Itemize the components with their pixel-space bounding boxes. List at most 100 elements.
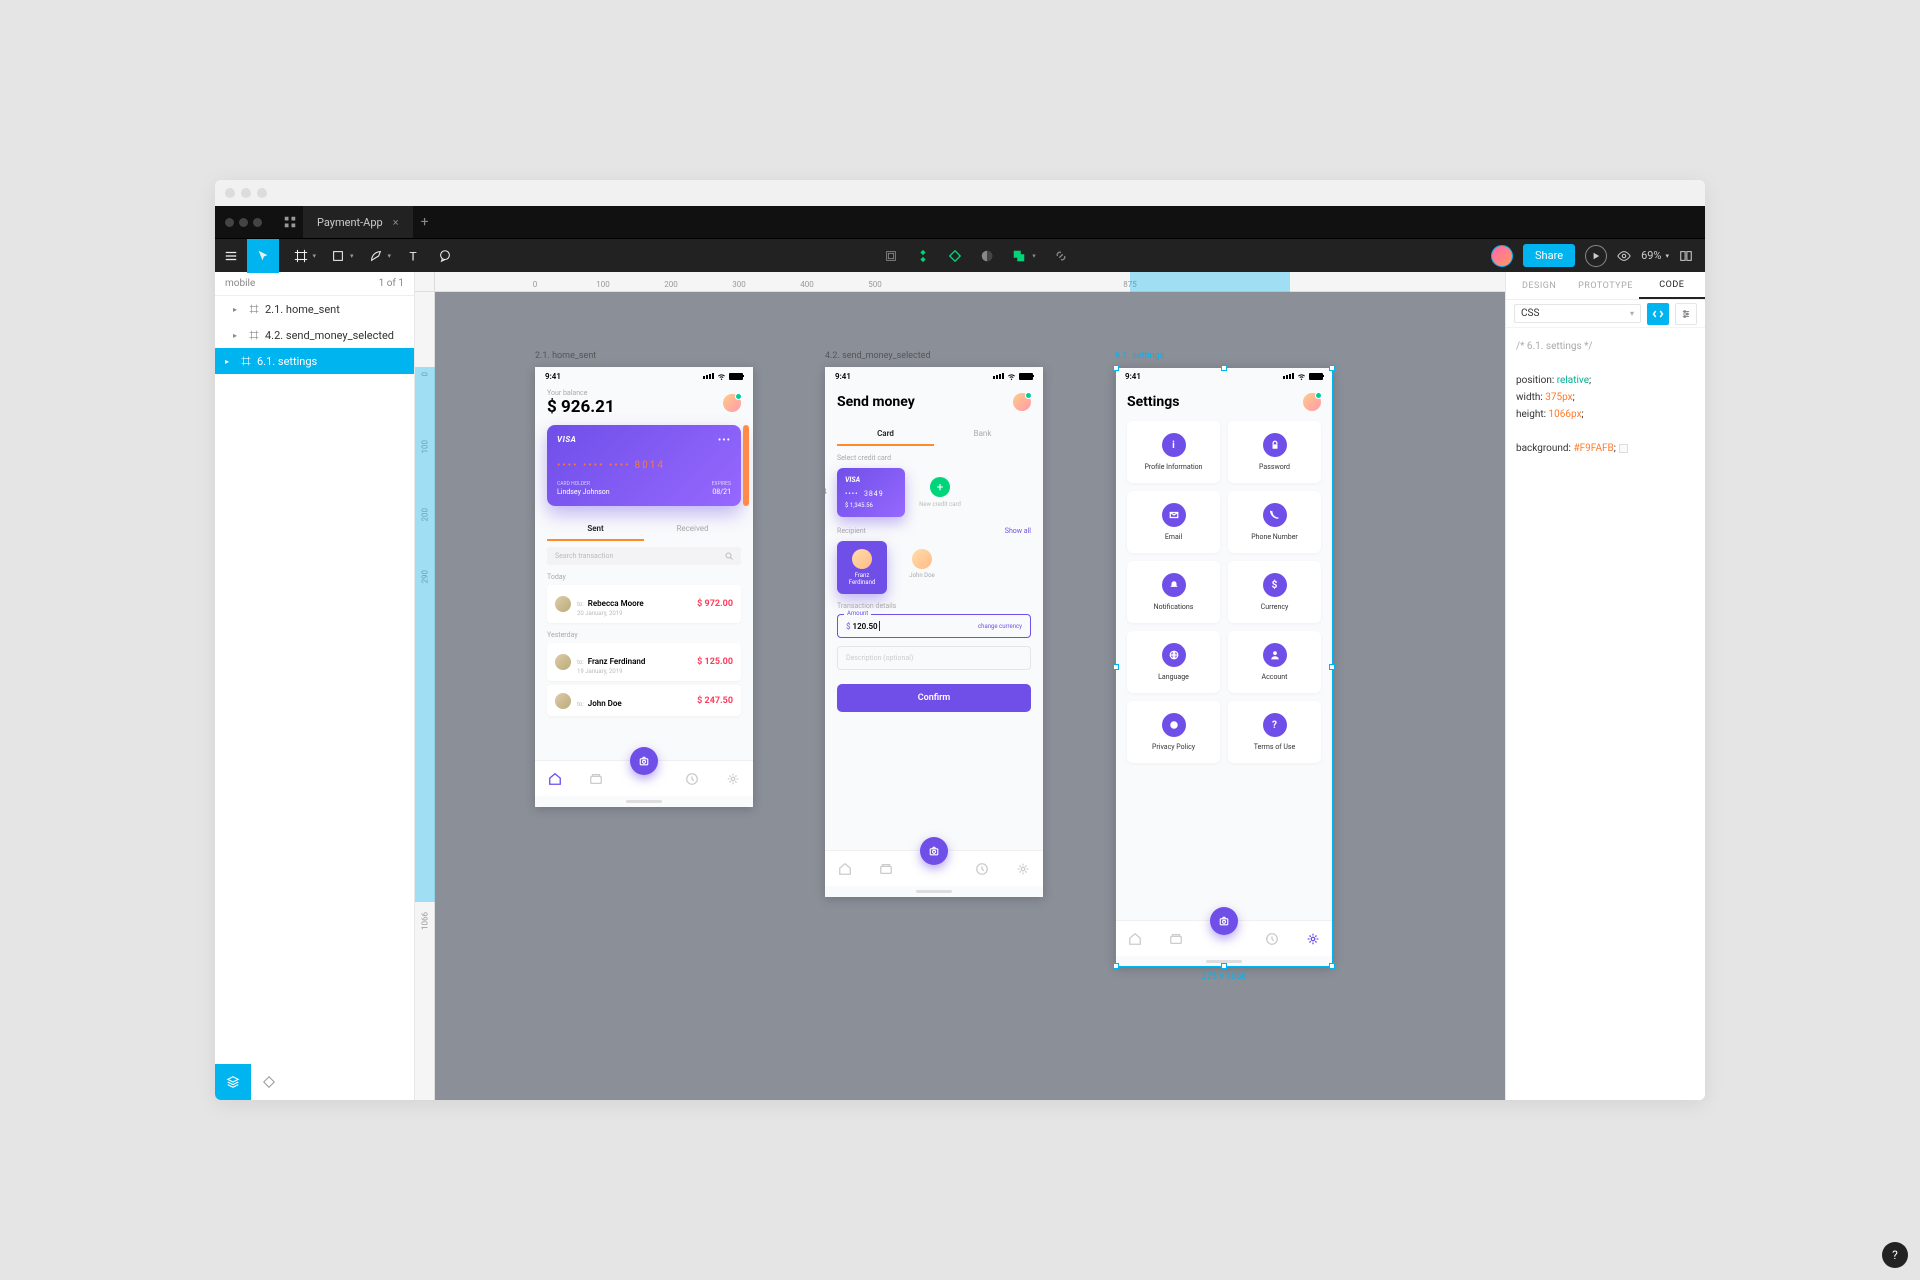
present-button[interactable] [1585, 245, 1607, 267]
canvas[interactable]: 0 100 200 300 400 500 875 0 100 200 290 … [415, 272, 1505, 1100]
shield-icon [1162, 713, 1186, 737]
layers-tab-button[interactable] [215, 1064, 251, 1100]
balance-label: Your balance [547, 389, 615, 397]
wallet-icon [879, 862, 893, 876]
frame-icon [241, 356, 251, 366]
link-icon[interactable] [1054, 249, 1068, 263]
tab-prototype[interactable]: PROTOTYPE [1572, 272, 1638, 299]
color-swatch [1619, 444, 1628, 453]
select-tool[interactable] [247, 239, 279, 273]
layers-panel: mobile 1 of 1 ▸ 2.1. home_sent ▸ 4.2. se… [215, 272, 415, 1100]
fab-button [1210, 907, 1238, 935]
signal-icon [993, 373, 1004, 379]
add-tab-button[interactable]: + [413, 214, 437, 230]
layer-row[interactable]: ▸ 4.2. send_money_selected [215, 322, 414, 348]
field-label: Select credit card [837, 454, 1031, 462]
avatar [1013, 393, 1031, 411]
shape-tool[interactable] [322, 239, 354, 273]
instance-icon[interactable] [948, 249, 962, 263]
page-title: Settings [1127, 394, 1179, 410]
share-button[interactable]: Share [1523, 244, 1575, 267]
text-tool[interactable]: T [397, 239, 429, 273]
frame-tool[interactable] [285, 239, 317, 273]
status-bar: 9:41 [1115, 367, 1333, 385]
plus-icon: + [930, 477, 950, 497]
signal-icon [1283, 373, 1294, 379]
zoom-control[interactable]: 69% ▾ [1641, 249, 1669, 262]
chevron-right-icon: ▸ [225, 357, 235, 366]
align-icon[interactable] [884, 249, 898, 263]
wifi-icon [1007, 373, 1016, 380]
fab-button [630, 747, 658, 775]
pen-tool[interactable] [360, 239, 392, 273]
settings-tile: Email [1127, 491, 1220, 553]
inspector-panel: DESIGN PROTOTYPE CODE CSS▾ /* 6.1. setti… [1505, 272, 1705, 1100]
language-select[interactable]: CSS▾ [1514, 304, 1641, 323]
assets-tab-button[interactable] [251, 1064, 287, 1100]
avatar [912, 549, 932, 569]
home-icon [548, 772, 562, 786]
home-indicator [626, 800, 662, 803]
transaction-row: to: Rebecca Moore20 January, 2019 $ 972.… [547, 585, 741, 623]
mask-icon[interactable] [980, 249, 994, 263]
help-icon[interactable] [1679, 249, 1693, 263]
browser-chrome [215, 180, 1705, 206]
settings-icon[interactable] [1675, 303, 1697, 325]
credit-card: VISA ••• •••• •••• •••• 8014 CARD HOLDER… [547, 425, 741, 506]
more-icon: ••• [718, 435, 731, 446]
tab-bank: Bank [934, 423, 1031, 446]
tab-card: Card [837, 423, 934, 446]
search-icon [725, 552, 733, 560]
credit-card-mini: VISA •••• 3849 $ 1,345.56 [837, 468, 905, 517]
clock-icon [685, 772, 699, 786]
layer-row[interactable]: ▸ 2.1. home_sent [215, 296, 414, 322]
code-icon[interactable] [1647, 303, 1669, 325]
tab-design[interactable]: DESIGN [1506, 272, 1572, 299]
boolean-icon[interactable] [1012, 249, 1026, 263]
user-avatar[interactable] [1491, 245, 1513, 267]
traffic-light-icon [241, 188, 251, 198]
battery-icon [729, 373, 743, 380]
lock-icon [1263, 433, 1287, 457]
wallet-icon [589, 772, 603, 786]
transaction-row: to: Franz Ferdinand19 January, 2019 $ 12… [547, 643, 741, 681]
tab-code[interactable]: CODE [1639, 272, 1705, 299]
settings-tile: iProfile Information [1127, 421, 1220, 483]
avatar [723, 394, 741, 412]
artboard-settings[interactable]: 6.1. settings 9:41 Setti [1115, 367, 1333, 967]
tab-bar [1115, 920, 1333, 956]
chevron-down-icon[interactable]: ▾ [1032, 252, 1036, 260]
close-icon[interactable]: × [393, 216, 399, 229]
code-output: /* 6.1. settings */ position: relative; … [1506, 328, 1705, 467]
frame-icon [249, 304, 259, 314]
gear-icon [1016, 862, 1030, 876]
tab-bar [535, 760, 753, 796]
traffic-light-icon [225, 188, 235, 198]
field-label: Transaction details [837, 602, 1031, 610]
comment-tool[interactable] [429, 239, 461, 273]
view-icon[interactable] [1617, 249, 1631, 263]
fab-button [920, 837, 948, 865]
artboard-home[interactable]: 2.1. home_sent 9:41 [535, 367, 753, 807]
artboard-send-money[interactable]: 4.2. send_money_selected 9:41 [825, 367, 1043, 897]
tab-sent: Sent [547, 518, 644, 541]
grid-view-icon[interactable] [277, 216, 303, 228]
file-tab[interactable]: Payment-App × [303, 206, 413, 238]
signal-icon [703, 373, 714, 379]
chevron-right-icon: ▸ [233, 331, 243, 340]
settings-tile: Notifications [1127, 561, 1220, 623]
home-indicator [916, 890, 952, 893]
layer-row-selected[interactable]: ▸ 6.1. settings [215, 348, 414, 374]
layer-label: 6.1. settings [257, 355, 317, 368]
chevron-right-icon: ▸ [233, 305, 243, 314]
menu-button[interactable] [215, 239, 247, 273]
artboard-label: 6.1. settings [1115, 351, 1164, 361]
phone-icon [1263, 503, 1287, 527]
component-icon[interactable] [916, 249, 930, 263]
ruler-selection-v [415, 367, 435, 902]
page-selector[interactable]: mobile 1 of 1 [215, 272, 414, 296]
home-indicator [1206, 960, 1242, 963]
settings-tile: $Currency [1228, 561, 1321, 623]
add-card-button: + New credit card [915, 477, 965, 508]
question-icon: ? [1263, 713, 1287, 737]
